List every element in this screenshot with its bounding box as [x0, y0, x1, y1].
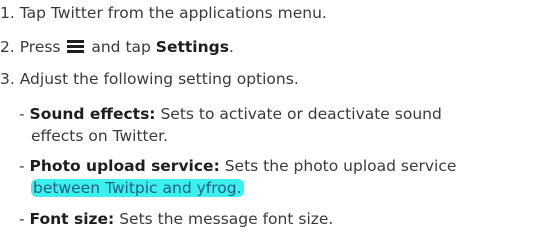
option-dash: -	[19, 105, 30, 123]
step-3-text: 3. Adjust the following setting options.	[0, 70, 299, 88]
option-photo-upload-service: - Photo upload service: Sets the photo u…	[19, 155, 544, 199]
step-1: 1. Tap Twitter from the applications men…	[0, 2, 327, 24]
menu-icon	[67, 40, 85, 53]
option-desc: Sets the message font size.	[114, 210, 334, 228]
option-dash: -	[19, 157, 30, 175]
settings-label: Settings	[155, 38, 229, 56]
option-sound-effects: - Sound effects: Sets to activate or dea…	[19, 103, 544, 147]
option-dash: -	[19, 210, 30, 228]
option-title: Photo upload service:	[29, 157, 220, 175]
step-2: 2. Press and tap Settings.	[0, 36, 234, 58]
step-2-suffix: .	[228, 38, 234, 56]
option-desc: Sets the photo upload service	[219, 157, 457, 175]
highlighted-text: between Twitpic and yfrog.	[31, 179, 244, 197]
step-1-text: 1. Tap Twitter from the applications men…	[0, 4, 327, 22]
step-2-mid: and tap	[86, 38, 156, 56]
option-desc-continued: effects on Twitter.	[31, 127, 169, 145]
option-title: Sound effects:	[29, 105, 156, 123]
option-font-size: - Font size: Sets the message font size.	[19, 208, 544, 230]
step-3: 3. Adjust the following setting options.	[0, 68, 299, 90]
option-title: Font size:	[29, 210, 115, 228]
step-2-prefix: 2. Press	[0, 38, 66, 56]
option-desc: Sets to activate or deactivate sound	[155, 105, 442, 123]
option-desc-continued: between Twitpic and yfrog.	[19, 177, 544, 199]
